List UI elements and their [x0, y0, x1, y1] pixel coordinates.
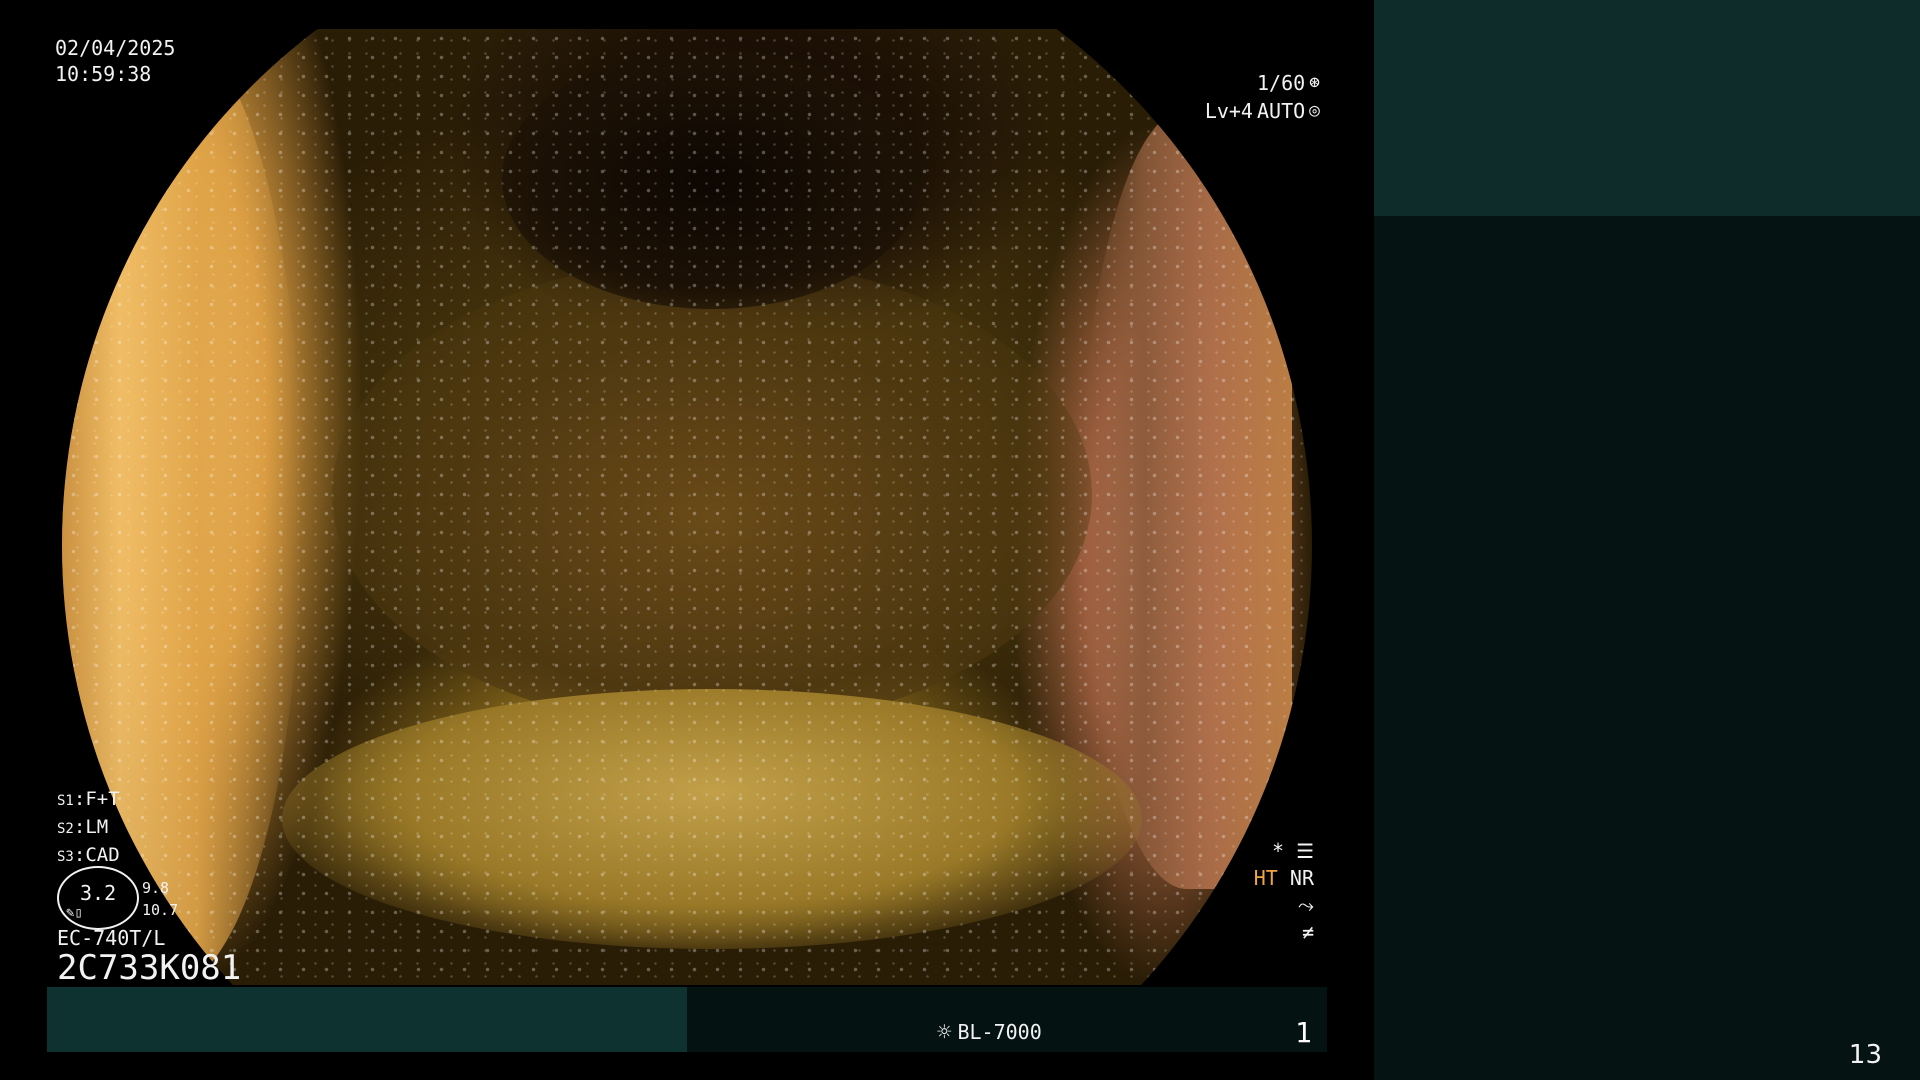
switch-value: F+T [85, 788, 120, 810]
endoscopy-screen: 02/04/2025 10:59:38 1/60 ⊛ Lv+4 AUTO ◎ S… [0, 0, 1920, 1080]
switch-row-1: S1:F+T [57, 788, 120, 810]
switch-value: CAD [85, 844, 120, 866]
iris-icon: ◎ [1309, 100, 1320, 121]
bottom-bar-progress [47, 987, 687, 1052]
zoom-side-top: 9.8 [142, 879, 170, 897]
page-number: 13 [1848, 1040, 1882, 1070]
side-panel-header [1374, 0, 1920, 216]
time-text: 10:59:38 [55, 62, 152, 86]
nr-indicator: NR [1289, 866, 1314, 890]
pen-icon: ✎▯ [66, 905, 83, 921]
ht-indicator: HT [1253, 866, 1278, 890]
zoom-side-values: 9.8 10.7 [142, 877, 178, 921]
switch-row-2: S2:LM [57, 816, 109, 838]
endoscopic-image [62, 29, 1312, 985]
side-panel [1374, 0, 1920, 1080]
processing-indicators: * ☰ HT NR ⤳ ≠ [1230, 838, 1314, 946]
date-time-readout: 02/04/2025 10:59:38 [55, 35, 175, 87]
scope-model: EC-740T/L [57, 926, 166, 950]
switch-settings: S1:F+T S2:LM S3:CAD [57, 786, 120, 870]
settings-list-icon: ☰ [1296, 839, 1314, 863]
aperture-icon: ⊛ [1309, 72, 1320, 93]
mucus-speckles [62, 29, 1312, 985]
zoom-side-bottom: 10.7 [142, 901, 179, 919]
light-source-icon: ☼ [937, 1018, 952, 1046]
ht-nr-row: HT NR [1230, 865, 1314, 892]
light-source-readout: ☼ BL-7000 [937, 1018, 1042, 1046]
star-indicator-row: * ☰ [1230, 838, 1314, 865]
exposure-readout: 1/60 ⊛ Lv+4 AUTO ◎ [1190, 69, 1320, 125]
light-source-text: BL-7000 [957, 1020, 1042, 1044]
bottom-status-bar [47, 987, 1327, 1052]
mode-text: AUTO [1256, 99, 1306, 123]
date-text: 02/04/2025 [55, 36, 176, 60]
freeze-icon: ≠ [1301, 920, 1314, 944]
switch-key: S1 [57, 793, 74, 809]
image-counter: 1 [1295, 1016, 1312, 1049]
scope-serial: 2C733K081 [57, 948, 242, 988]
switch-key: S3 [57, 849, 74, 865]
level-text: Lv+4 [1204, 99, 1253, 123]
star-indicator: * [1271, 839, 1285, 863]
zoom-value: 3.2 [80, 881, 117, 905]
stiffness-icon: ⤳ [1298, 893, 1314, 917]
switch-key: S2 [57, 821, 74, 837]
shutter-text: 1/60 [1256, 71, 1306, 95]
switch-value: LM [85, 816, 109, 838]
